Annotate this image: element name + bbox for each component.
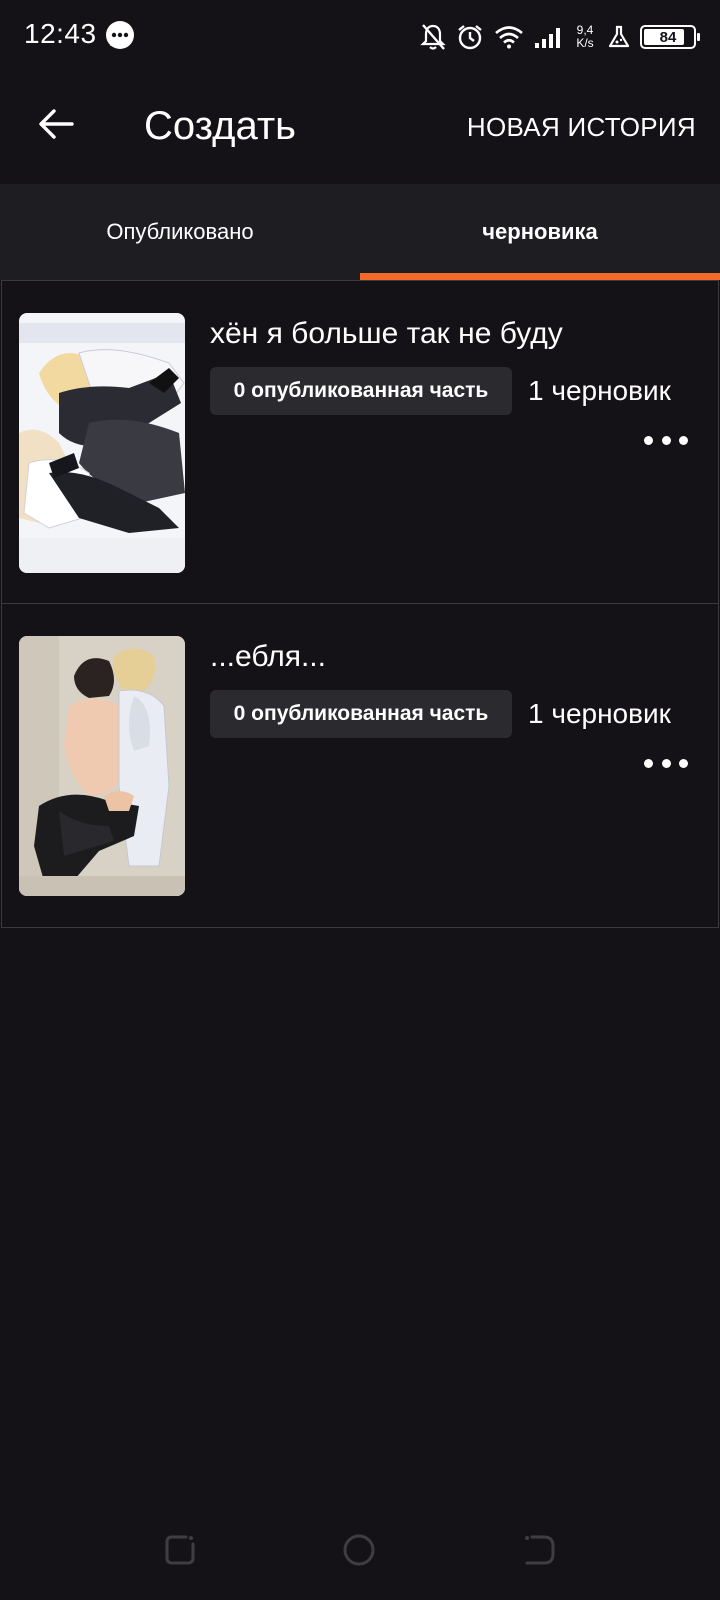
recent-apps-button[interactable] [164, 1534, 196, 1571]
story-title[interactable]: ...ебля... [210, 640, 326, 674]
alarm-icon [456, 23, 484, 51]
battery-icon: 84 [640, 25, 700, 49]
more-dots-icon [661, 758, 671, 768]
system-navigation-bar [0, 1500, 720, 1600]
bell-off-icon [420, 23, 446, 51]
network-speed: 9,4 K/s [572, 24, 598, 50]
battery-level: 84 [659, 28, 677, 46]
recent-apps-icon [165, 1535, 195, 1565]
tab-drafts[interactable]: черновика [360, 184, 720, 280]
status-icons: 9,4 K/s 84 [420, 20, 700, 54]
new-story-button[interactable]: НОВАЯ ИСТОРИЯ [467, 112, 696, 143]
draft-count: 1 черновик [528, 698, 671, 729]
signal-icon [534, 25, 562, 49]
page-title: Создать [144, 104, 297, 148]
net-speed-unit: K/s [576, 36, 594, 50]
tab-bar: Опубликовано черновика [0, 184, 720, 280]
published-parts-badge: 0 опубликованная часть [210, 367, 512, 415]
tab-published[interactable]: Опубликовано [0, 184, 360, 280]
back-nav-icon [525, 1535, 555, 1565]
back-button[interactable] [28, 96, 84, 152]
more-dots-icon [679, 435, 688, 445]
wifi-icon [494, 25, 524, 49]
more-dots-icon [644, 435, 653, 445]
status-bar: 12:43 9,4 K/s 84 [0, 0, 720, 72]
app-header: Создать НОВАЯ ИСТОРИЯ [0, 72, 720, 184]
draft-count: 1 черновик [528, 375, 671, 406]
back-nav-button[interactable] [524, 1534, 556, 1571]
status-time: 12:43 [24, 18, 97, 49]
published-parts-badge: 0 опубликованная часть [210, 690, 512, 738]
story-cover-image[interactable] [19, 313, 185, 573]
more-options-button[interactable] [644, 427, 688, 453]
home-circle-icon [343, 1534, 375, 1566]
story-title[interactable]: хён я больше так не буду [210, 317, 563, 351]
arrow-left-icon [39, 109, 74, 139]
story-list: хён я больше так не буду 0 опубликованна… [0, 280, 720, 928]
more-dots-icon [679, 758, 688, 768]
more-dots-icon [644, 758, 653, 768]
chat-bubble-icon [104, 20, 136, 52]
story-card[interactable]: ...ебля... 0 опубликованная часть 1 черн… [1, 604, 719, 928]
story-card[interactable]: хён я больше так не буду 0 опубликованна… [1, 280, 719, 604]
more-dots-icon [661, 435, 671, 445]
home-button[interactable] [342, 1534, 376, 1573]
story-cover-image[interactable] [19, 636, 185, 896]
more-options-button[interactable] [644, 750, 688, 776]
flask-icon [608, 25, 630, 49]
